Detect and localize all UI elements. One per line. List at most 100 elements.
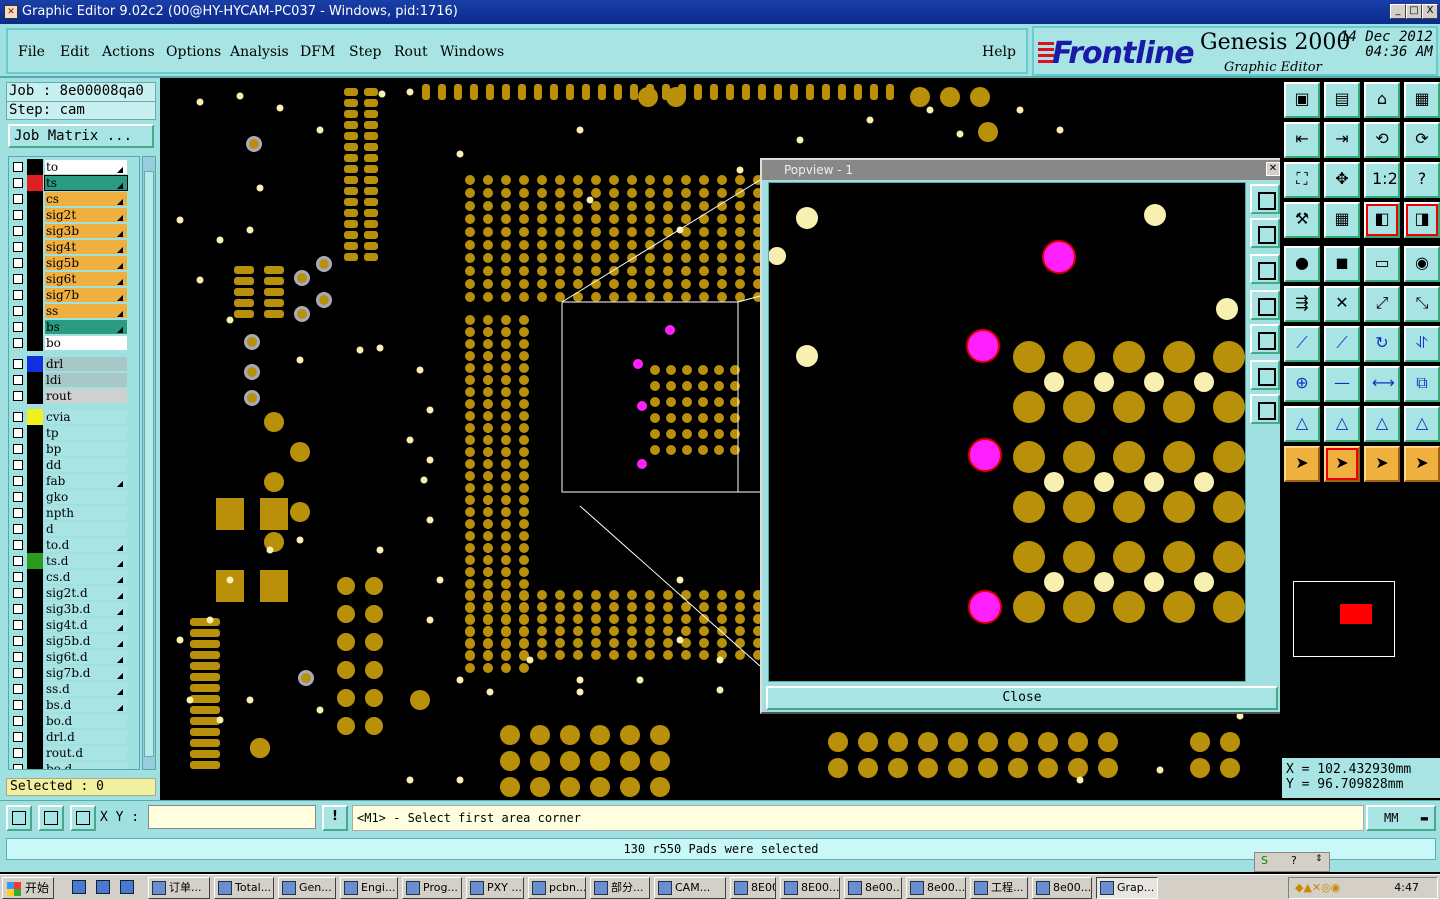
layer-color-swatch[interactable] bbox=[27, 441, 43, 457]
snap-button[interactable]: ⚒ bbox=[1284, 202, 1320, 238]
layer-row-sig4t[interactable]: sig4t ◢ bbox=[9, 239, 139, 255]
center-button[interactable]: ✥ bbox=[1324, 162, 1360, 198]
taskbar-item[interactable]: CAM... bbox=[654, 877, 726, 899]
layer-checkbox[interactable] bbox=[13, 194, 23, 204]
layer-row-drl[interactable]: drl bbox=[9, 356, 139, 372]
alert-button[interactable]: ! bbox=[322, 805, 348, 831]
layer-color-swatch[interactable] bbox=[27, 287, 43, 303]
layer-row-to[interactable]: to ◢ bbox=[9, 159, 139, 175]
layer-name[interactable]: to ◢ bbox=[45, 160, 127, 174]
layer-color-swatch[interactable] bbox=[27, 303, 43, 319]
layer-checkbox[interactable] bbox=[13, 572, 23, 582]
layer-name[interactable]: bs.d ◢ bbox=[45, 698, 127, 712]
layer-name[interactable]: sig7b.d ◢ bbox=[45, 666, 127, 680]
taskbar-item[interactable]: 8E00... bbox=[730, 877, 776, 899]
units-selector[interactable]: MM ▬ bbox=[1366, 805, 1436, 831]
layer-row-bo-d[interactable]: bo.d bbox=[9, 713, 139, 729]
taskbar-item[interactable]: pcbn... bbox=[528, 877, 586, 899]
job-matrix-button[interactable]: Job Matrix ... bbox=[8, 124, 154, 148]
move-pad-button[interactable]: ⊕ bbox=[1284, 366, 1320, 402]
snap-tool-button[interactable] bbox=[6, 805, 32, 831]
layer-checkbox[interactable] bbox=[13, 540, 23, 550]
layer-name[interactable]: d bbox=[45, 522, 127, 536]
layer-row-sig6t[interactable]: sig6t ◢ bbox=[9, 271, 139, 287]
color-tool-button[interactable]: ◼ bbox=[1324, 246, 1360, 282]
desktop-quicklaunch-icon[interactable] bbox=[96, 880, 110, 894]
grid-button[interactable]: ▦ bbox=[1324, 202, 1360, 238]
layer-row-bp[interactable]: bp bbox=[9, 441, 139, 457]
layer-checkbox[interactable] bbox=[13, 476, 23, 486]
layer-checkbox[interactable] bbox=[13, 178, 23, 188]
layer-row-sig5b-d[interactable]: sig5b.d ◢ bbox=[9, 633, 139, 649]
layer-row-bs[interactable]: bs ◢ bbox=[9, 319, 139, 335]
layer-checkbox[interactable] bbox=[13, 274, 23, 284]
layer-row-cs[interactable]: cs ◢ bbox=[9, 191, 139, 207]
layer-color-swatch[interactable] bbox=[27, 425, 43, 441]
layer-name[interactable]: bo bbox=[45, 336, 127, 350]
select-pointer-button[interactable]: ➤ bbox=[1284, 446, 1320, 482]
layer-scrollbar[interactable] bbox=[142, 156, 156, 770]
delete-net-button[interactable]: ✕ bbox=[1324, 286, 1360, 322]
menu-windows[interactable]: Windows bbox=[440, 44, 504, 60]
layer-row-ss-d[interactable]: ss.d ◢ bbox=[9, 681, 139, 697]
layer-color-swatch[interactable] bbox=[27, 729, 43, 745]
layer-checkbox[interactable] bbox=[13, 700, 23, 710]
layer-checkbox[interactable] bbox=[13, 492, 23, 502]
language-bar[interactable]: S ? ⇕ bbox=[1254, 852, 1330, 872]
layer-row-dd[interactable]: dd bbox=[9, 457, 139, 473]
layer-name[interactable]: sig7b ◢ bbox=[45, 288, 127, 302]
layer-row-sig6t-d[interactable]: sig6t.d ◢ bbox=[9, 649, 139, 665]
layer-color-swatch[interactable] bbox=[27, 356, 43, 372]
layer-color-swatch[interactable] bbox=[27, 761, 43, 769]
menu-help[interactable]: Help bbox=[982, 44, 1016, 60]
layer-name[interactable]: ldi bbox=[45, 373, 127, 387]
layer-name[interactable]: cs ◢ bbox=[45, 192, 127, 206]
layer-row-sig7b[interactable]: sig7b ◢ bbox=[9, 287, 139, 303]
layer-name[interactable]: sig2t.d ◢ bbox=[45, 586, 127, 600]
pan-right-button[interactable]: ⇥ bbox=[1324, 122, 1360, 158]
layer-color-swatch[interactable] bbox=[27, 521, 43, 537]
layer-name[interactable]: npth bbox=[45, 506, 127, 520]
layer-row-tp[interactable]: tp bbox=[9, 425, 139, 441]
layer-row-sig5b[interactable]: sig5b ◢ bbox=[9, 255, 139, 271]
xy-input[interactable] bbox=[148, 805, 316, 829]
layer-row-rout-d[interactable]: rout.d bbox=[9, 745, 139, 761]
layer-row-gko[interactable]: gko bbox=[9, 489, 139, 505]
line-red-button[interactable]: ⟋ bbox=[1284, 326, 1320, 362]
popview-tool-6[interactable] bbox=[1250, 360, 1280, 390]
popview-canvas[interactable] bbox=[768, 182, 1246, 682]
measure-button[interactable]: ⟷ bbox=[1364, 366, 1400, 402]
layer-name[interactable]: bp bbox=[45, 442, 127, 456]
layer-row-sig3b-d[interactable]: sig3b.d ◢ bbox=[9, 601, 139, 617]
layer-row-cvia[interactable]: cvia bbox=[9, 409, 139, 425]
layer-checkbox[interactable] bbox=[13, 375, 23, 385]
layer-name[interactable]: drl bbox=[45, 357, 127, 371]
zoom-in-button[interactable]: ▤ bbox=[1324, 82, 1360, 118]
taskbar-item[interactable]: 部分... bbox=[590, 877, 650, 899]
fit-screen-button[interactable]: ⛶ bbox=[1284, 162, 1320, 198]
layer-checkbox[interactable] bbox=[13, 652, 23, 662]
layer-color-swatch[interactable] bbox=[27, 175, 43, 191]
menu-rout[interactable]: Rout bbox=[394, 44, 428, 60]
taskbar-item[interactable]: Gen... bbox=[278, 877, 336, 899]
scale-1-2-button[interactable]: 1:2 bbox=[1364, 162, 1400, 198]
copy-button[interactable]: ⧉ bbox=[1404, 366, 1440, 402]
layer-name[interactable]: ts.d ◢ bbox=[45, 554, 127, 568]
fit-button[interactable]: ▦ bbox=[1404, 82, 1440, 118]
layer-name[interactable]: ss.d ◢ bbox=[45, 682, 127, 696]
layer-row-ss[interactable]: ss ◢ bbox=[9, 303, 139, 319]
layer-row-sig4t-d[interactable]: sig4t.d ◢ bbox=[9, 617, 139, 633]
layer-checkbox[interactable] bbox=[13, 210, 23, 220]
layer-name[interactable]: cvia bbox=[45, 410, 127, 424]
layer-color-swatch[interactable] bbox=[27, 505, 43, 521]
layer-checkbox[interactable] bbox=[13, 306, 23, 316]
layer-checkbox[interactable] bbox=[13, 258, 23, 268]
layer-color-swatch[interactable] bbox=[27, 697, 43, 713]
menu-actions[interactable]: Actions bbox=[102, 44, 155, 60]
maximize-button[interactable]: □ bbox=[1406, 4, 1422, 19]
layer-color-swatch[interactable] bbox=[27, 633, 43, 649]
route-a-button[interactable]: ⤢ bbox=[1364, 286, 1400, 322]
layer-color-swatch[interactable] bbox=[27, 617, 43, 633]
menu-edit[interactable]: Edit bbox=[60, 44, 89, 60]
overview-map[interactable] bbox=[1293, 581, 1395, 657]
